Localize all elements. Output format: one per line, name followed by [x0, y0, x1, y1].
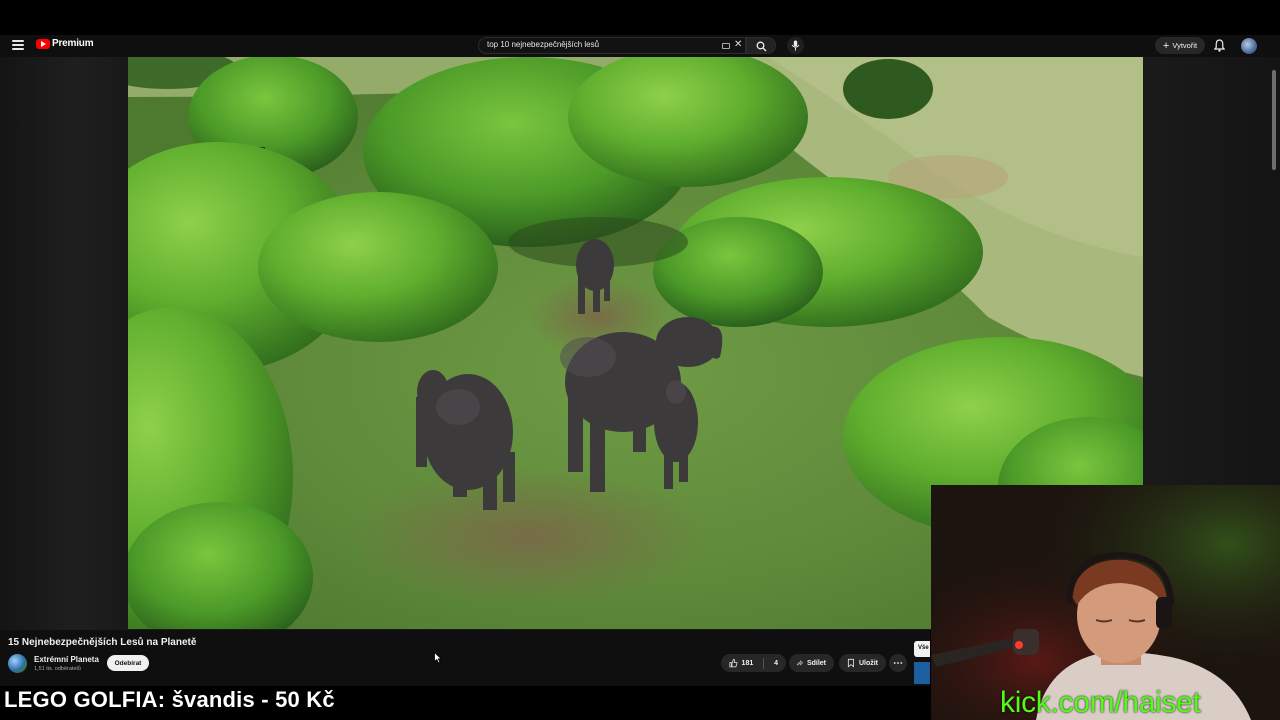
- recommended-thumbnail[interactable]: [914, 662, 930, 684]
- search-icon: [756, 41, 767, 52]
- subscribe-button[interactable]: Odebírat: [107, 655, 149, 671]
- subscriber-count: 1,51 tis. odběratelů: [34, 666, 81, 672]
- like-separator: [763, 657, 765, 669]
- streamer-webcam-feed: [931, 485, 1280, 720]
- menu-icon[interactable]: [12, 40, 24, 50]
- share-icon: [797, 660, 803, 666]
- search-query[interactable]: top 10 nejnebezpečnějších lesů: [487, 40, 599, 49]
- like-dislike-group: 181 4: [721, 654, 786, 672]
- user-avatar[interactable]: [1241, 38, 1257, 54]
- more-horizontal-icon: ⋯: [893, 657, 903, 669]
- channel-name[interactable]: Extrémní Planeta: [34, 655, 99, 664]
- voice-search-button[interactable]: [787, 37, 804, 54]
- webcam-overlay: [931, 485, 1280, 720]
- share-label: Sdílet: [806, 659, 826, 667]
- like-count[interactable]: 181: [742, 660, 754, 667]
- video-info-bar: 15 Nejnebezpečnějších Lesů na Planetě Ex…: [0, 630, 930, 686]
- dislike-count[interactable]: 4: [774, 660, 778, 667]
- save-button[interactable]: Uložit: [839, 654, 886, 672]
- channel-avatar[interactable]: [8, 654, 27, 673]
- bookmark-icon: [847, 658, 855, 668]
- clear-icon[interactable]: ✕: [734, 39, 742, 50]
- save-label: Uložit: [858, 659, 878, 667]
- search-input[interactable]: top 10 nejnebezpečnějších lesů ✕: [478, 37, 746, 54]
- logo-text: Premium: [52, 38, 94, 49]
- thumbs-up-icon[interactable]: [729, 658, 738, 668]
- youtube-play-icon: [36, 38, 50, 49]
- kick-channel-url: kick.com/haiset: [1000, 686, 1201, 719]
- youtube-header: Premium top 10 nejnebezpečnějších lesů ✕…: [0, 35, 1280, 57]
- ticker-text: LEGO GOLFIA: švandis - 50 Kč: [4, 687, 335, 712]
- search-button[interactable]: [746, 37, 776, 54]
- page-scrollbar[interactable]: [1272, 70, 1276, 170]
- mouse-cursor-icon: [434, 652, 442, 664]
- notifications-bell-icon[interactable]: [1214, 39, 1225, 52]
- video-title: 15 Nejnebezpečnějších Lesů na Planetě: [8, 637, 197, 648]
- plus-icon: +: [1162, 39, 1170, 52]
- microphone-icon: [791, 40, 800, 51]
- create-button[interactable]: + Vytvořit: [1155, 37, 1205, 54]
- keyboard-icon[interactable]: [722, 43, 730, 49]
- create-label: Vytvořit: [1172, 41, 1198, 50]
- filter-chip-all[interactable]: Vše: [914, 641, 930, 657]
- youtube-logo[interactable]: Premium: [36, 38, 94, 49]
- share-button[interactable]: Sdílet: [789, 654, 834, 672]
- donation-ticker: LEGO GOLFIA: švandis - 50 Kč: [0, 686, 931, 720]
- more-actions-button[interactable]: ⋯: [889, 654, 907, 672]
